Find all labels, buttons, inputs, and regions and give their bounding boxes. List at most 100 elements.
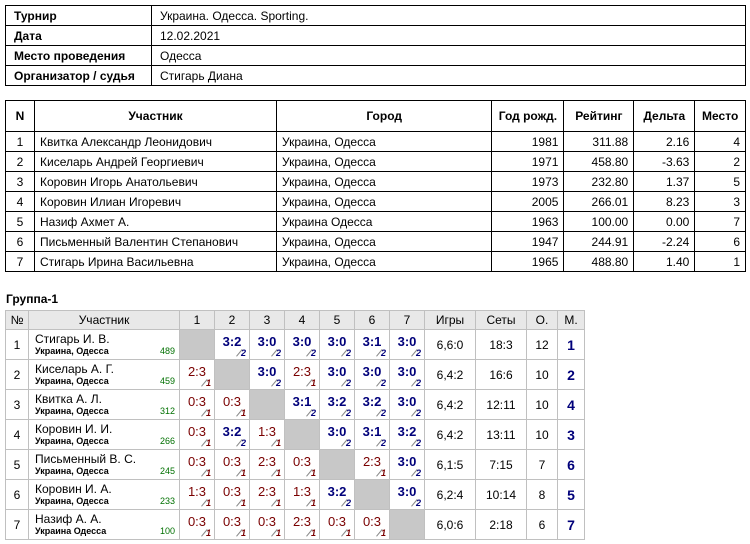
group-row: 3 Квитка А. Л. Украина, Одесса 312 0:3 1 0:3 1 3… (5, 389, 585, 420)
participant-row: 7 Стигарь Ирина Васильевна Украина, Одесса… (5, 251, 746, 272)
group-player: Коровин И. А. Украина, Одесса 233 (28, 479, 180, 510)
player-city: Украина Одесса (35, 526, 107, 536)
participants-header: Год рожд. (491, 100, 565, 132)
participant-cell: -3.63 (633, 151, 696, 172)
participant-row: 5 Назиф Ахмет А. Украина Одесса 1963 100.00 0… (5, 211, 746, 232)
match-score: 2:3 (187, 364, 207, 379)
participant-cell: 266.01 (563, 191, 635, 212)
info-row: Место проведения Одесса (5, 45, 746, 66)
match-score: 3:2 (222, 334, 242, 349)
match-score: 3:1 (362, 424, 382, 439)
match-score: 3:0 (397, 394, 417, 409)
match-cell: 2:3 1 (284, 509, 320, 540)
match-cell: 3:0 2 (389, 389, 425, 420)
match-cell: 1:3 1 (249, 419, 285, 450)
group-games: 6,4:2 (424, 419, 476, 450)
participant-cell: Украина, Одесса (275, 231, 493, 252)
match-cell: 3:1 2 (284, 389, 320, 420)
participant-cell: 7 (694, 211, 746, 232)
match-cell: 3:0 2 (319, 359, 355, 390)
match-cell: 2:3 1 (284, 359, 320, 390)
participant-cell: Киселарь Андрей Георгиевич (34, 151, 277, 172)
player-name: Коровин И. А. (35, 482, 112, 496)
match-cell: 0:3 1 (249, 509, 285, 540)
match-order: 2 (415, 468, 421, 478)
match-order: 1 (240, 498, 246, 508)
group-games: 6,4:2 (424, 359, 476, 390)
participant-cell: 311.88 (563, 131, 635, 152)
group-title: Группа-1 (6, 292, 59, 306)
match-score: 3:0 (397, 364, 417, 379)
match-order: 1 (205, 468, 211, 478)
participants-header: Город (275, 100, 493, 132)
match-order: 1 (310, 378, 316, 388)
tournament-info-table: Турнир Украина. Одесса. Sporting. Дата 12.0… (5, 5, 746, 86)
match-cell: 3:2 2 (214, 329, 250, 360)
participant-cell: Назиф Ахмет А. (34, 211, 277, 232)
match-order: 1 (310, 468, 316, 478)
player-rating: 100 (159, 526, 175, 536)
match-score: 0:3 (187, 514, 207, 529)
match-score: 1:3 (257, 424, 277, 439)
match-score: 0:3 (187, 424, 207, 439)
match-cell: 2:3 1 (354, 449, 390, 480)
match-cell: 3:1 2 (354, 419, 390, 450)
match-order: 1 (310, 528, 316, 538)
match-order: 2 (310, 408, 316, 418)
match-score: 3:0 (327, 424, 347, 439)
match-cell: 0:3 1 (354, 509, 390, 540)
group-header: О. (526, 310, 558, 330)
participant-row: 2 Киселарь Андрей Георгиевич Украина, Одес… (5, 151, 746, 172)
match-order: 2 (345, 348, 351, 358)
match-order: 1 (240, 528, 246, 538)
participant-cell: 232.80 (563, 171, 635, 192)
match-cell: 3:2 2 (214, 419, 250, 450)
match-order: 2 (345, 378, 351, 388)
match-cell: 0:3 1 (179, 389, 215, 420)
match-order: 1 (275, 438, 281, 448)
group-player: Квитка А. Л. Украина, Одесса 312 (28, 389, 180, 420)
group-row-number: 1 (5, 329, 29, 360)
participants-table: N Участник Город Год рожд. Рейтинг Дельта Мест… (5, 100, 746, 272)
participants-header: Дельта (633, 100, 696, 132)
match-score: 3:0 (397, 454, 417, 469)
match-score: 0:3 (222, 454, 242, 469)
participant-cell: 2 (5, 151, 35, 172)
group-table: № Участник 1 2 3 4 5 6 7 Игры Сеты О. М. 1 Стигарь И.… (5, 310, 585, 540)
participant-cell: Коровин Игорь Анатольевич (34, 171, 277, 192)
self-cell (179, 329, 215, 360)
player-city: Украина, Одесса (35, 406, 109, 416)
participant-cell: 100.00 (563, 211, 635, 232)
participant-cell: 3 (694, 191, 746, 212)
group-row-number: 5 (5, 449, 29, 480)
participant-cell: 488.80 (563, 251, 635, 272)
participant-cell: 5 (5, 211, 35, 232)
match-score: 2:3 (292, 364, 312, 379)
match-cell: 2:3 1 (249, 479, 285, 510)
match-score: 3:0 (257, 334, 277, 349)
participants-header: N (5, 100, 35, 132)
match-cell: 2:3 1 (249, 449, 285, 480)
player-city: Украина, Одесса (35, 466, 109, 476)
participant-cell: Письменный Валентин Степанович (34, 231, 277, 252)
match-score: 2:3 (362, 454, 382, 469)
match-order: 2 (240, 348, 246, 358)
info-key: Место проведения (5, 45, 152, 66)
match-score: 3:2 (222, 424, 242, 439)
group-games: 6,1:5 (424, 449, 476, 480)
participant-cell: 2.16 (633, 131, 696, 152)
participant-cell: Украина, Одесса (275, 151, 493, 172)
group-games: 6,6:0 (424, 329, 476, 360)
participant-cell: 1947 (491, 231, 565, 252)
participants-header: Участник (34, 100, 277, 132)
group-points: 10 (526, 359, 558, 390)
group-row-number: 4 (5, 419, 29, 450)
group-place: 3 (557, 419, 585, 450)
match-order: 2 (380, 378, 386, 388)
participant-cell: 1965 (491, 251, 565, 272)
participant-cell: 7 (5, 251, 35, 272)
player-city: Украина, Одесса (35, 436, 109, 446)
group-sets: 10:14 (475, 479, 527, 510)
match-cell: 3:2 2 (389, 419, 425, 450)
match-cell: 0:3 1 (179, 509, 215, 540)
